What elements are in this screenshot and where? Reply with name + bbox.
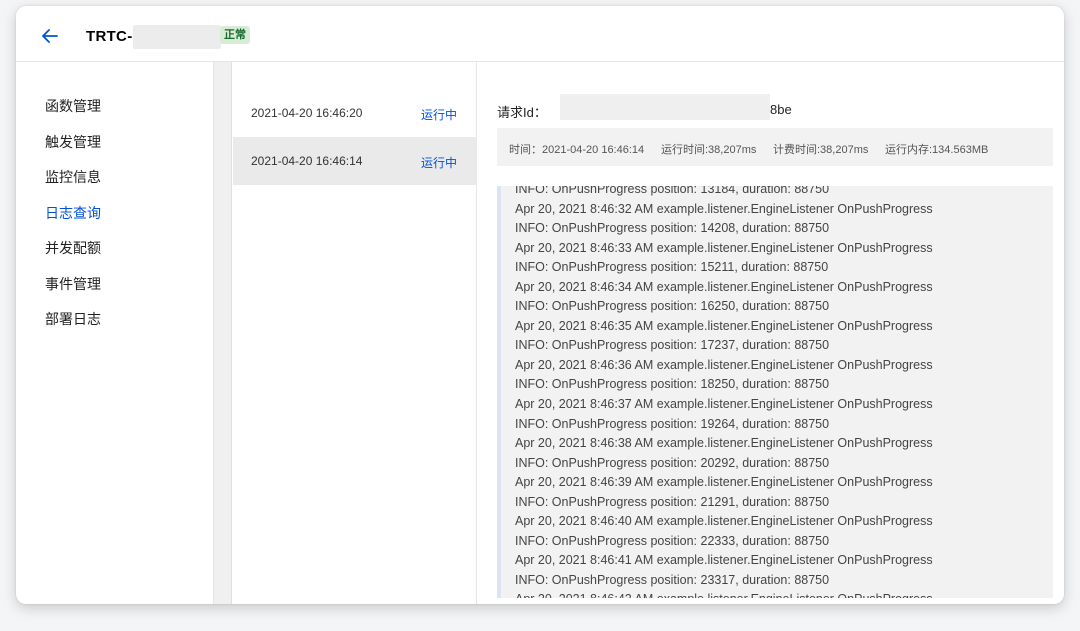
meta-time: 时间：2021-04-20 16:46:14 [509, 144, 645, 156]
log-line: Apr 20, 2021 8:46:38 AM example.listener… [515, 436, 933, 451]
log-line: INFO: OnPushProgress position: 20292, du… [515, 455, 830, 470]
log-line: INFO: OnPushProgress position: 18250, du… [515, 377, 830, 392]
log-line: INFO: OnPushProgress position: 17237, du… [515, 338, 830, 353]
request-row[interactable]: 2021-04-20 16:46:20 运行中 [233, 89, 477, 137]
panel-divider [214, 62, 232, 604]
arrow-left-icon [42, 29, 58, 43]
log-output[interactable]: INFO: OnPushProgress position: 13184, du… [497, 186, 1053, 598]
request-status: 运行中 [420, 108, 457, 122]
log-line: Apr 20, 2021 8:46:39 AM example.listener… [515, 475, 933, 490]
log-line: Apr 20, 2021 8:46:41 AM example.listener… [515, 553, 933, 568]
log-line: Apr 20, 2021 8:46:33 AM example.listener… [515, 240, 933, 255]
app-window: TRTC- 正常 函数管理 触发管理 监控信息 日志查询 并发配额 事件管理 部… [16, 6, 1064, 604]
request-time: 2021-04-20 16:46:14 [251, 154, 363, 168]
sidebar-item-log-query[interactable]: 日志查询 [45, 203, 101, 223]
log-line: INFO: OnPushProgress position: 23317, du… [515, 572, 830, 587]
log-line: INFO: OnPushProgress position: 22333, du… [515, 533, 830, 548]
request-list: 2021-04-20 16:46:20 运行中 2021-04-20 16:46… [233, 62, 477, 604]
request-meta-bar: 时间：2021-04-20 16:46:14 运行时间:38,207ms 计费时… [497, 128, 1053, 166]
sidebar-item-event-management[interactable]: 事件管理 [45, 274, 101, 294]
meta-billed-time: 计费时间:38,207ms [773, 144, 869, 156]
request-id-label: 请求Id： [497, 105, 547, 120]
log-line: INFO: OnPushProgress position: 21291, du… [515, 494, 830, 509]
log-line: Apr 20, 2021 8:46:37 AM example.listener… [515, 397, 933, 412]
sidebar: 函数管理 触发管理 监控信息 日志查询 并发配额 事件管理 部署日志 [16, 62, 214, 604]
log-line: INFO: OnPushProgress position: 19264, du… [515, 416, 830, 431]
meta-memory: 运行内存:134.563MB [885, 144, 989, 156]
request-time: 2021-04-20 16:46:20 [251, 106, 363, 120]
log-line: Apr 20, 2021 8:46:42 AM example.listener… [515, 590, 933, 598]
request-id-value: 8be [770, 102, 792, 117]
request-row-selected[interactable]: 2021-04-20 16:46:14 运行中 [233, 137, 477, 185]
page-header: TRTC- 正常 [16, 6, 1064, 62]
log-lines: INFO: OnPushProgress position: 13184, du… [515, 186, 933, 598]
log-line: Apr 20, 2021 8:46:35 AM example.listener… [515, 318, 933, 333]
log-line: INFO: OnPushProgress position: 16250, du… [515, 299, 830, 314]
request-status: 运行中 [420, 156, 457, 170]
sidebar-item-concurrency-quota[interactable]: 并发配额 [45, 238, 101, 258]
meta-run-time: 运行时间:38,207ms [661, 144, 757, 156]
log-detail-panel: 请求Id： 8be 时间：2021-04-20 16:46:14 运行时间:38… [478, 62, 1064, 604]
log-line: Apr 20, 2021 8:46:32 AM example.listener… [515, 201, 933, 216]
redacted-request-id [560, 94, 770, 120]
log-line: INFO: OnPushProgress position: 15211, du… [515, 260, 829, 275]
sidebar-item-monitoring[interactable]: 监控信息 [45, 167, 101, 187]
log-line: Apr 20, 2021 8:46:34 AM example.listener… [515, 279, 933, 294]
back-button[interactable] [38, 24, 62, 48]
sidebar-item-trigger-management[interactable]: 触发管理 [45, 132, 101, 152]
page-title: TRTC- [86, 28, 133, 45]
log-line: Apr 20, 2021 8:46:36 AM example.listener… [515, 357, 933, 372]
sidebar-item-deployment-log[interactable]: 部署日志 [45, 309, 101, 329]
status-badge: 正常 [220, 26, 250, 44]
log-line: Apr 20, 2021 8:46:40 AM example.listener… [515, 514, 933, 529]
log-line: INFO: OnPushProgress position: 13184, du… [515, 186, 830, 196]
sidebar-item-function-management[interactable]: 函数管理 [45, 96, 101, 116]
redacted-title-region [133, 25, 221, 49]
log-line: INFO: OnPushProgress position: 14208, du… [515, 221, 830, 236]
